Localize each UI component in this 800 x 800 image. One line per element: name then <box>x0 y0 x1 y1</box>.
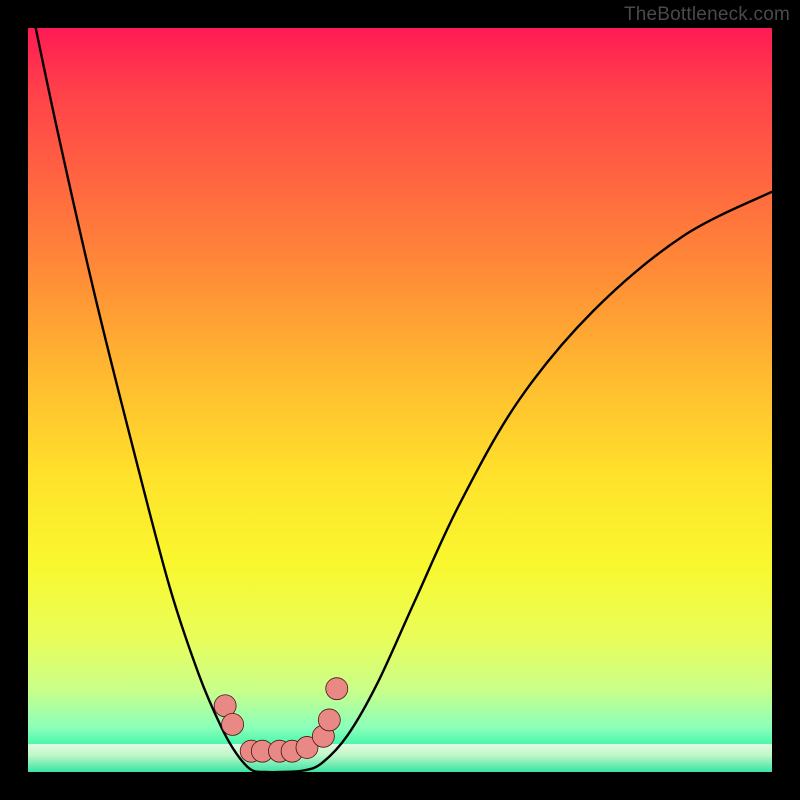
watermark-label: TheBottleneck.com <box>624 4 790 26</box>
bottleneck-curve <box>28 28 772 772</box>
chart-svg <box>28 28 772 772</box>
data-marker <box>222 713 244 735</box>
data-marker <box>326 678 348 700</box>
chart-plot-area <box>28 28 772 772</box>
chart-frame: TheBottleneck.com <box>0 0 800 800</box>
data-marker <box>318 709 340 731</box>
